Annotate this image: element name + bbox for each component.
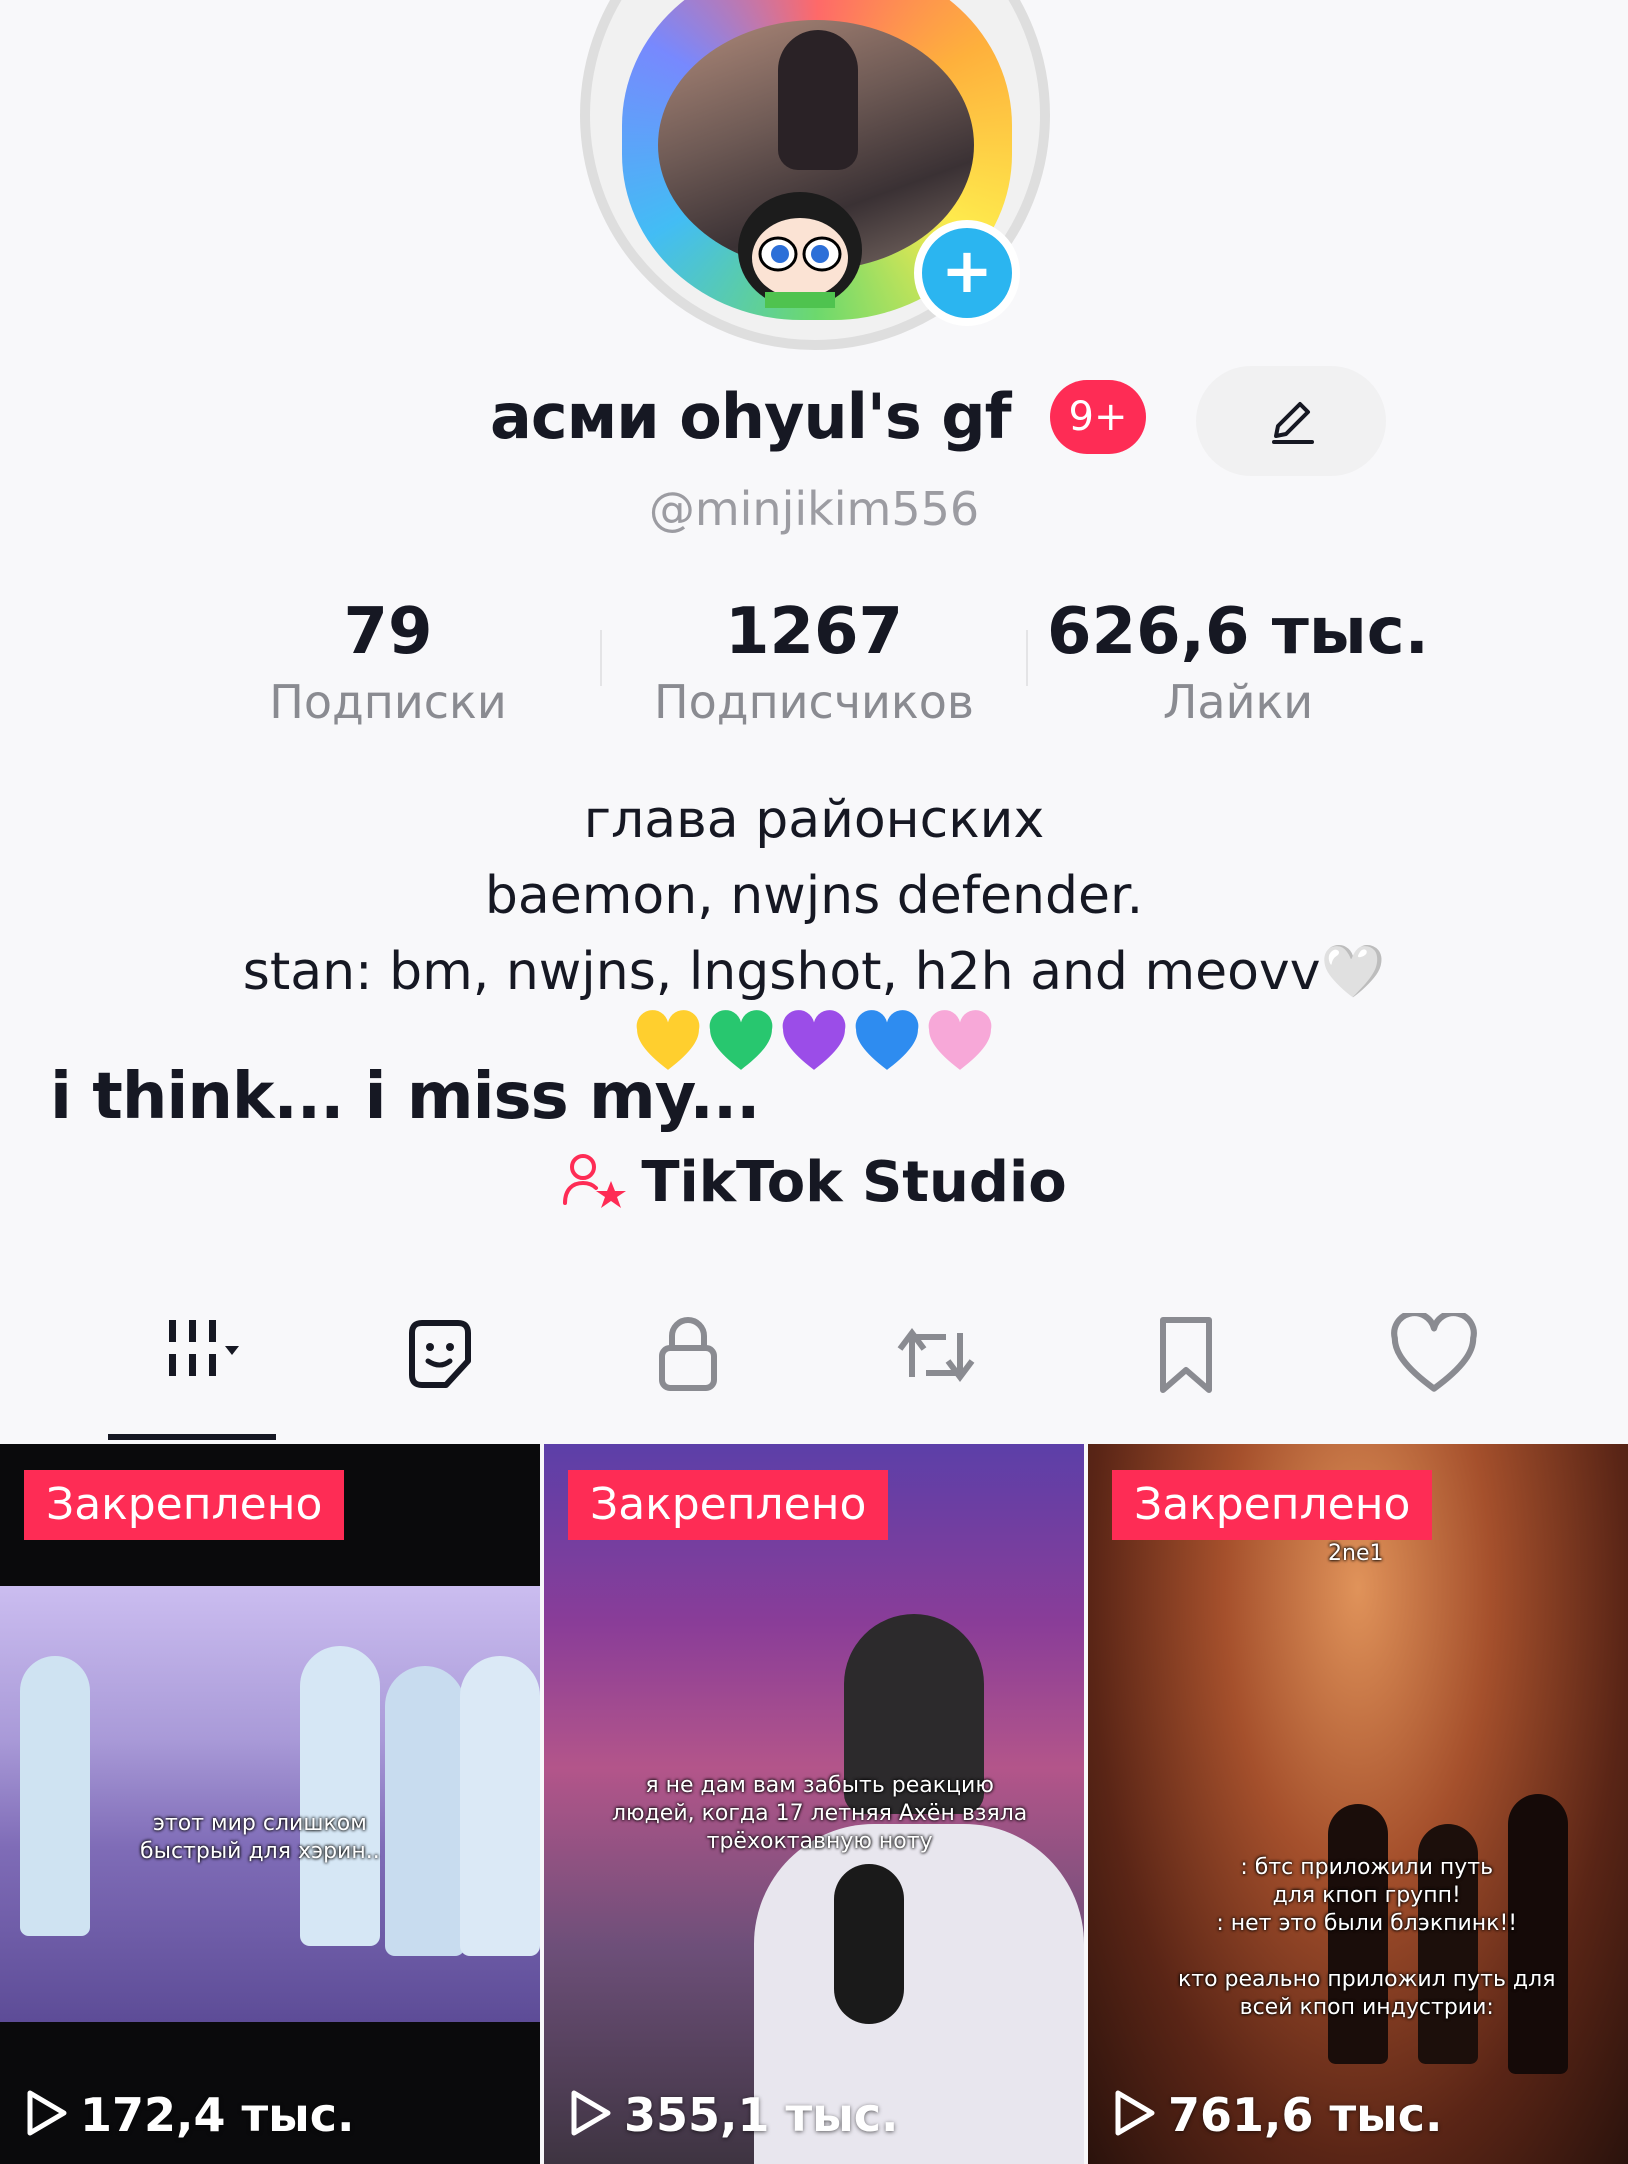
purple-heart-icon xyxy=(782,1010,846,1070)
play-icon xyxy=(571,2090,611,2136)
tab-reposts[interactable] xyxy=(866,1300,1006,1410)
pencil-icon xyxy=(1272,402,1314,444)
following-count: 79 xyxy=(343,595,433,669)
studio-person-star-icon xyxy=(563,1154,627,1208)
lock-icon xyxy=(659,1317,717,1391)
studio-label: TikTok Studio xyxy=(641,1150,1067,1215)
stat-followers[interactable]: 1267 Подписчиков xyxy=(614,594,1014,732)
heart-icon xyxy=(1391,1313,1477,1392)
repost-icon xyxy=(897,1328,975,1382)
video-caption: : бтс приложили путь для кпоп групп!: нет… xyxy=(1178,1855,1556,2020)
edit-profile-button[interactable] xyxy=(1196,366,1386,476)
video-thumbnail[interactable]: Закреплено этот мир слишком быстрый для х… xyxy=(0,1444,540,2164)
stickers-icon xyxy=(409,1320,471,1388)
username: @minjikim556 xyxy=(648,482,980,536)
add-story-button[interactable]: + xyxy=(914,220,1020,326)
display-name: асми ohyul's gf xyxy=(490,380,1012,453)
likes-count: 626,6 тыс. xyxy=(1047,595,1429,669)
pinned-badge: Закреплено xyxy=(1112,1470,1433,1540)
video-caption: я не дам вам забыть реакцию людей, когда … xyxy=(612,1773,1028,1854)
stat-following[interactable]: 79 Подписки xyxy=(188,594,588,732)
tab-favorites[interactable] xyxy=(1116,1300,1256,1410)
followers-count: 1267 xyxy=(724,595,904,669)
stat-likes[interactable]: 626,6 тыс. Лайки xyxy=(1038,594,1438,732)
blue-heart-icon xyxy=(855,1010,919,1070)
thumbnail-image xyxy=(0,1586,540,2022)
view-count: 761,6 тыс. xyxy=(1112,2088,1443,2142)
followers-label: Подписчиков xyxy=(654,675,974,729)
view-count: 355,1 тыс. xyxy=(568,2088,899,2142)
video-caption: этот мир слишком быстрый для хэрин.. xyxy=(140,1811,380,1864)
view-count: 172,4 тыс. xyxy=(24,2088,355,2142)
stat-divider xyxy=(1026,630,1028,686)
bio-line: stan: bm, nwjns, lngshot, h2h and meovv🤍 xyxy=(242,942,1386,1002)
video-thumbnail[interactable]: Закреплено я не дам вам забыть реакцию лю… xyxy=(544,1444,1084,2164)
pink-heart-icon xyxy=(928,1010,992,1070)
videos-grid-icon xyxy=(169,1320,239,1376)
following-label: Подписки xyxy=(269,675,507,729)
tab-private[interactable] xyxy=(618,1300,758,1410)
play-icon xyxy=(1115,2090,1155,2136)
tab-stickers[interactable] xyxy=(370,1300,510,1410)
notification-badge[interactable]: 9+ xyxy=(1050,380,1146,454)
video-thumbnail[interactable]: Закреплено 2ne1 : бтс приложили путь для … xyxy=(1088,1444,1628,2164)
pinned-badge: Закреплено xyxy=(24,1470,345,1540)
bio-line: глава районских xyxy=(583,790,1045,850)
pinned-badge: Закреплено xyxy=(568,1470,889,1540)
play-icon xyxy=(27,2090,67,2136)
stat-divider xyxy=(600,630,602,686)
tiktok-studio-link[interactable]: TikTok Studio xyxy=(0,1150,1628,1215)
video-top-text: 2ne1 xyxy=(1328,1541,1384,1566)
overlay-caption: i think... i miss my... xyxy=(50,1060,760,1134)
bio-line: baemon, nwjns defender. xyxy=(484,866,1144,926)
tab-videos[interactable] xyxy=(130,1300,270,1410)
bookmark-icon xyxy=(1160,1317,1212,1393)
active-tab-indicator xyxy=(108,1434,276,1440)
tab-liked[interactable] xyxy=(1364,1300,1504,1410)
cartoon-sticker-icon xyxy=(738,192,862,308)
likes-label: Лайки xyxy=(1162,675,1314,729)
